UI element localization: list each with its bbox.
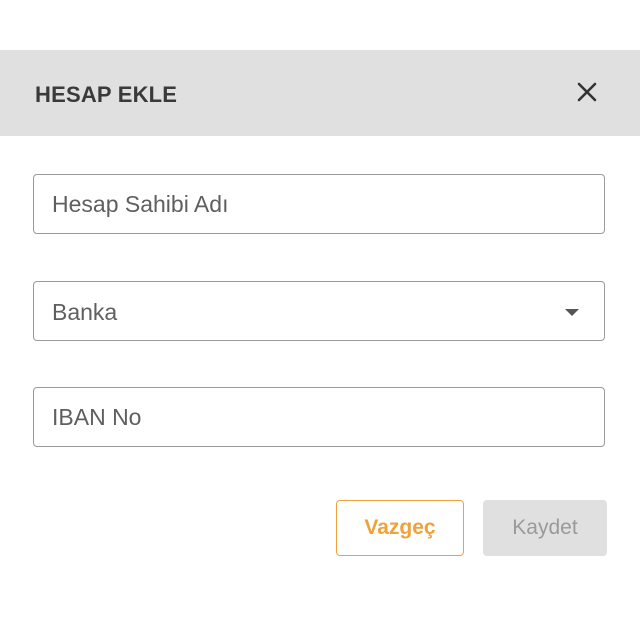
bank-select-value: Banka xyxy=(52,299,118,325)
iban-field xyxy=(33,387,605,447)
account-holder-field xyxy=(33,174,605,234)
cancel-button[interactable]: Vazgeç xyxy=(336,500,464,556)
account-holder-input[interactable] xyxy=(34,175,604,233)
save-button[interactable]: Kaydet xyxy=(483,500,607,556)
iban-input[interactable] xyxy=(34,388,604,446)
close-button[interactable] xyxy=(570,77,602,109)
close-icon xyxy=(577,82,597,102)
dialog-header: HESAP EKLE xyxy=(0,50,640,136)
add-account-dialog: HESAP EKLE Banka Vazgeç Kaydet xyxy=(0,50,640,640)
bank-select[interactable]: Banka xyxy=(33,281,605,341)
caret-down-icon xyxy=(565,309,579,316)
dialog-title: HESAP EKLE xyxy=(35,82,178,107)
